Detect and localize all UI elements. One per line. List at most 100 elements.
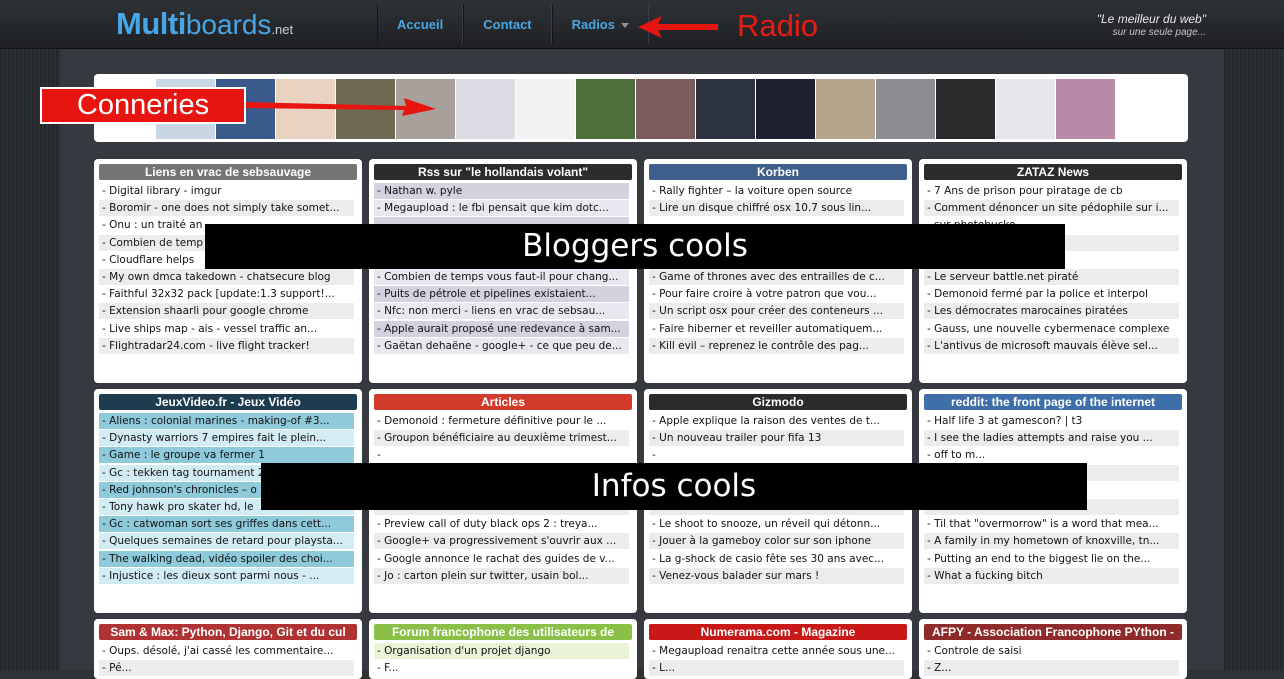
feed-item[interactable]: Faithful 32x32 pack [update:1.3 support!… [99,286,354,303]
feed-item[interactable]: Le shoot to snooze, un réveil qui détonn… [649,516,904,533]
feed-item[interactable]: Google annonce le rachat des guides de v… [374,550,629,567]
feed-item[interactable]: Demonoid fermé par la police et interpol [924,286,1179,303]
feed-item[interactable]: The walking dead, vidéo spoiler des choi… [99,550,354,567]
gallery-thumb[interactable] [816,79,875,139]
gallery-thumb[interactable] [876,79,935,139]
feed-item[interactable]: Gauss, une nouvelle cybermenace complexe [924,320,1179,337]
feed-item[interactable]: Til that "overmorrow" is a word that mea… [924,516,1179,533]
feed-title[interactable]: JeuxVideo.fr - Jeux Vidéo [99,394,357,410]
feed-item[interactable]: Faire hiberner et reveiller automatiquem… [649,320,904,337]
feed-title[interactable]: Articles [374,394,632,410]
feed-item[interactable]: Combien de temps vous faut-il pour chang… [374,268,629,285]
gallery-thumb[interactable] [696,79,755,139]
feed-title[interactable]: reddit: the front page of the internet [924,394,1182,410]
feed-item[interactable]: Dynasty warriors 7 empires fait le plein… [99,430,354,447]
gallery-thumb[interactable] [636,79,695,139]
feed-item[interactable]: Digital library - imgur [99,183,354,199]
feed-title[interactable]: Rss sur "le hollandais volant" [374,164,632,180]
feed-item[interactable] [374,447,629,464]
feed-item[interactable]: Controle de saisi [924,643,1179,659]
feed-item[interactable]: Preview call of duty black ops 2 : treya… [374,516,629,533]
feed-title[interactable]: Korben [649,164,907,180]
feed-title[interactable]: Numerama.com - Magazine [649,624,907,640]
gallery-thumb[interactable] [516,79,575,139]
feed-title[interactable]: AFPY - Association Francophone PYthon - [924,624,1182,640]
feed-list: Controle de saisiZ... [924,643,1182,677]
feed-item[interactable]: 7 Ans de prison pour piratage de cb [924,183,1179,199]
nav-radios-label: Radios [571,17,615,32]
feed-item[interactable]: Jo : carton plein sur twitter, usain bol… [374,567,629,584]
feed-item[interactable]: Pour faire croire à votre patron que vou… [649,286,904,303]
feed-item[interactable]: Lire un disque chiffré osx 10.7 sous lin… [649,200,904,217]
feed-item[interactable]: Apple explique la raison des ventes de t… [649,413,904,429]
feed-item[interactable]: Injustice : les dieux sont parmi nous - … [99,567,354,584]
feed-item[interactable]: Gc : catwoman sort ses griffes dans cett… [99,516,354,533]
feed-item[interactable]: Game of thrones avec des entrailles de c… [649,268,904,285]
gallery-thumb[interactable] [1056,79,1115,139]
feed-title[interactable]: Sam & Max: Python, Django, Git et du cul [99,624,357,640]
arrow-left-icon [638,16,718,38]
feed-item[interactable]: L'antivus de microsoft mauvais élève sel… [924,337,1179,354]
gallery-thumb[interactable] [936,79,995,139]
feed-item[interactable]: Venez-vous balader sur mars ! [649,567,904,584]
feed-item[interactable]: Demonoid : fermeture définitive pour le … [374,413,629,429]
feed-item[interactable]: Puits de pétrole et pipelines existaient… [374,286,629,303]
feed-item[interactable]: Organisation d'un projet django [374,643,629,659]
feed-item[interactable]: Quelques semaines de retard pour playsta… [99,533,354,550]
logo-rest: boards [185,9,272,40]
feed-item[interactable]: Megaupload : le fbi pensait que kim dotc… [374,200,629,217]
nav-accueil[interactable]: Accueil [377,4,464,44]
feed-item[interactable]: Kill evil – reprenez le contrôle des pag… [649,337,904,354]
feed-item[interactable]: Google+ va progressivement s'ouvrir aux … [374,533,629,550]
feed-item[interactable]: Un nouveau trailer pour fifa 13 [649,430,904,447]
feed-item[interactable]: Apple aurait proposé une redevance à sam… [374,320,629,337]
feed-title[interactable]: Gizmodo [649,394,907,410]
feed-item[interactable]: What a fucking bitch [924,567,1179,584]
feed-item[interactable]: Game : le groupe va fermer 1 [99,447,354,464]
feed-box: Sam & Max: Python, Django, Git et du cul… [94,619,362,679]
feed-item[interactable]: Live ships map - ais - vessel traffic an… [99,320,354,337]
feed-item[interactable]: Aliens : colonial marines - making-of #3… [99,413,354,429]
feed-item[interactable]: Megaupload renaitra cette année sous une… [649,643,904,659]
feed-title[interactable]: Forum francophone des utilisateurs de [374,624,632,640]
gallery-thumb[interactable] [456,79,515,139]
feed-item[interactable]: Gaëtan dehaëne - google+ - ce que peu de… [374,337,629,354]
feed-item[interactable]: Un script osx pour créer des conteneurs … [649,303,904,320]
feed-item[interactable]: Nfc: non merci - liens en vrac de sebsau… [374,303,629,320]
feed-item[interactable]: A family in my hometown of knoxville, tn… [924,533,1179,550]
nav-radios[interactable]: Radios [551,4,649,44]
feed-item[interactable]: Half life 3 at gamescon? | t3 [924,413,1179,429]
nav-contact[interactable]: Contact [463,4,552,44]
feed-item[interactable]: Putting an end to the biggest lie on the… [924,550,1179,567]
feed-title[interactable]: ZATAZ News [924,164,1182,180]
left-stripe [0,48,60,670]
feed-box: ZATAZ News 7 Ans de prison pour piratage … [919,159,1187,383]
tagline: "Le meilleur du web" sur une seule page.… [1097,12,1206,38]
feed-item[interactable]: F... [374,660,629,677]
gallery-thumb[interactable] [996,79,1055,139]
feed-item[interactable]: La g-shock de casio fête ses 30 ans avec… [649,550,904,567]
feed-item[interactable]: L... [649,660,904,677]
feed-item[interactable]: Flightradar24.com - live flight tracker! [99,337,354,354]
feed-item[interactable]: I see the ladies attempts and raise you … [924,430,1179,447]
feed-item[interactable]: Oups. désolé, j'ai cassé les commentaire… [99,643,354,659]
site-logo[interactable]: Multiboards.net [116,6,293,42]
feed-item[interactable]: Comment dénoncer un site pédophile sur i… [924,200,1179,217]
feed-item[interactable]: Le serveur battle.net piraté [924,268,1179,285]
feed-item[interactable]: Les démocrates marocaines piratées [924,303,1179,320]
gallery-thumb[interactable] [756,79,815,139]
feed-item[interactable]: Rally fighter – la voiture open source [649,183,904,199]
feed-item[interactable] [649,447,904,464]
feed-item[interactable]: off to m... [924,447,1179,464]
feed-item[interactable]: Z... [924,660,1179,677]
feed-item[interactable]: Jouer à la gameboy color sur son iphone [649,533,904,550]
feed-item[interactable]: My own dmca takedown - chatsecure blog [99,268,354,285]
feed-item[interactable]: Groupon bénéficiaire au deuxième trimest… [374,430,629,447]
feed-item[interactable]: Nathan w. pyle [374,183,629,199]
feed-item[interactable]: Pé... [99,660,354,677]
feed-item[interactable]: Boromir - one does not simply take somet… [99,200,354,217]
feed-title[interactable]: Liens en vrac de sebsauvage [99,164,357,180]
gallery-thumb[interactable] [576,79,635,139]
feed-item[interactable]: Extension shaarli pour google chrome [99,303,354,320]
arrow-right-icon [246,98,436,116]
